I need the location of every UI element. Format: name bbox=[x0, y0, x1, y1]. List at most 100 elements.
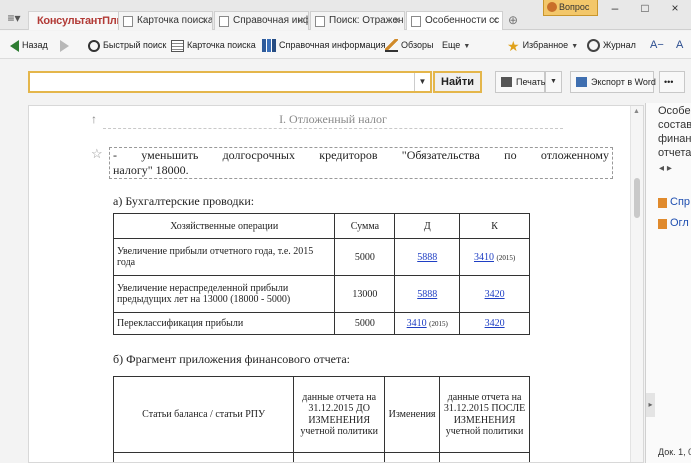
reviews-button[interactable]: Обзоры bbox=[385, 36, 433, 54]
account-link[interactable]: 5888 bbox=[417, 289, 437, 300]
reference-icon bbox=[658, 198, 667, 208]
debit-cell: 5888 bbox=[394, 275, 461, 313]
main-toolbar: Назад Быстрый поиск Карточка поиска Спра… bbox=[0, 31, 691, 59]
search-history-dropdown[interactable]: ▼ bbox=[414, 73, 430, 91]
sum-cell: 5000 bbox=[334, 238, 396, 276]
document-info-panel: Особе состав финан отчета ◂ ▸ Спр Огл ▸ … bbox=[645, 103, 691, 463]
heading-accounting-entries: а) Бухгалтерские проводки: bbox=[113, 194, 255, 208]
table-row: Увеличение прибыли отчетного года, т.е. … bbox=[112, 238, 530, 276]
paragraph-line: - уменьшить долгосрочных кредиторов "Обя… bbox=[113, 148, 609, 162]
tab-label: Особенности сс bbox=[425, 15, 500, 26]
table-header-row: Хозяйственные операции Сумма Д К bbox=[112, 213, 530, 239]
vertical-scrollbar[interactable]: ▲ bbox=[630, 106, 643, 462]
table-row bbox=[112, 452, 530, 462]
more-actions-button[interactable]: ••• bbox=[659, 71, 685, 93]
more-menu-button[interactable]: Еще ▼ bbox=[442, 36, 470, 54]
credit-cell: 3420 bbox=[459, 312, 530, 335]
column-header: Статьи баланса / статьи РПУ bbox=[112, 376, 295, 453]
table-cell bbox=[439, 452, 530, 462]
reference-info-button[interactable]: Справочная информация bbox=[262, 36, 386, 54]
title-line: состав bbox=[658, 119, 691, 131]
column-header: Д bbox=[394, 213, 461, 239]
arrow-up-icon[interactable]: ↑ bbox=[91, 112, 97, 126]
chevron-down-icon: ▼ bbox=[571, 43, 579, 50]
search-card-label: Карточка поиска bbox=[187, 40, 256, 50]
tab-bar: ≡▾ КонсультантПлюс Карточка поиска × Спр… bbox=[0, 0, 691, 30]
table-row: Переклассификация прибыли 5000 3410 (201… bbox=[112, 312, 530, 335]
table-header-row: Статьи баланса / статьи РПУ данные отчет… bbox=[112, 376, 530, 453]
tab-search-card[interactable]: Карточка поиска × bbox=[118, 11, 213, 30]
tab-search-results[interactable]: Поиск: Отражен × bbox=[310, 11, 405, 30]
table-cell bbox=[293, 452, 386, 462]
journal-button[interactable]: Журнал bbox=[587, 36, 636, 54]
reference-link[interactable]: Спр bbox=[658, 196, 690, 208]
main-menu-icon[interactable]: ≡▾ bbox=[2, 9, 26, 27]
column-header: К bbox=[459, 213, 530, 239]
column-header: Хозяйственные операции bbox=[112, 213, 336, 239]
account-link[interactable]: 3410 bbox=[474, 252, 494, 263]
maximize-icon[interactable]: □ bbox=[630, 0, 660, 18]
title-line: финан bbox=[658, 133, 691, 145]
account-link[interactable]: 3410 bbox=[407, 318, 427, 329]
close-icon[interactable]: × bbox=[202, 12, 208, 30]
table-cell bbox=[384, 452, 441, 462]
close-window-icon[interactable]: × bbox=[660, 0, 690, 18]
year-note: (2015) bbox=[429, 320, 448, 328]
document-viewer: ↑ I. Отложенный налог ☆ - уменьшить долг… bbox=[28, 105, 644, 463]
print-button[interactable]: Печать bbox=[495, 71, 545, 93]
minimize-icon[interactable]: – bbox=[600, 0, 630, 18]
search-card-icon bbox=[171, 39, 184, 52]
operation-cell: Увеличение прибыли отчетного года, т.е. … bbox=[112, 238, 336, 276]
bookmark-star-icon[interactable]: ☆ bbox=[91, 146, 103, 162]
font-size-button[interactable]: A− bbox=[650, 36, 664, 54]
new-tab-icon[interactable]: ⊕ bbox=[504, 12, 522, 29]
table-cell bbox=[112, 452, 295, 462]
font-size-label: A− bbox=[650, 39, 664, 51]
scrollbar-thumb[interactable] bbox=[634, 178, 640, 218]
account-link[interactable]: 3420 bbox=[485, 318, 505, 329]
close-icon[interactable]: × bbox=[394, 12, 400, 30]
back-button[interactable]: Назад bbox=[10, 36, 48, 54]
tab-reference[interactable]: Справочная инф × bbox=[214, 11, 309, 30]
more-label: Еще bbox=[442, 40, 461, 50]
export-word-button[interactable]: Экспорт в Word bbox=[570, 71, 656, 93]
favorites-button[interactable]: ★ Избранное ▼ bbox=[507, 36, 578, 54]
account-link[interactable]: 5888 bbox=[417, 252, 437, 263]
ask-question-label: Вопрос bbox=[559, 2, 590, 12]
document-icon bbox=[219, 16, 229, 27]
reference-label: Справочная информация bbox=[279, 40, 386, 50]
quick-search-label: Быстрый поиск bbox=[103, 40, 167, 50]
find-button[interactable]: Найти bbox=[433, 71, 482, 93]
books-icon bbox=[262, 39, 276, 53]
close-icon[interactable]: × bbox=[492, 12, 498, 30]
search-input[interactable] bbox=[28, 71, 432, 93]
panel-navigation: ◂ ▸ bbox=[659, 163, 672, 174]
print-label: Печать bbox=[516, 77, 546, 87]
search-card-button[interactable]: Карточка поиска bbox=[171, 36, 256, 54]
favorites-label: Избранное bbox=[522, 40, 569, 50]
contents-icon bbox=[658, 219, 667, 229]
search-card-icon bbox=[123, 16, 133, 27]
ask-question-button[interactable]: Вопрос bbox=[543, 0, 598, 16]
nav-next-icon[interactable]: ▸ bbox=[667, 163, 672, 174]
tab-document[interactable]: Особенности сс × bbox=[406, 11, 503, 30]
sum-cell: 13000 bbox=[334, 275, 396, 313]
nav-prev-icon[interactable]: ◂ bbox=[659, 163, 664, 174]
star-icon: ★ bbox=[507, 37, 520, 54]
search-icon bbox=[88, 39, 100, 52]
font-size-increase-button[interactable]: A bbox=[676, 36, 683, 54]
close-icon[interactable]: × bbox=[298, 12, 304, 30]
account-link[interactable]: 3420 bbox=[485, 289, 505, 300]
accounting-entries-table: Хозяйственные операции Сумма Д К Увеличе… bbox=[112, 213, 530, 335]
quick-search-button[interactable]: Быстрый поиск bbox=[88, 36, 166, 54]
credit-cell: 3420 bbox=[459, 275, 530, 313]
column-header: данные отчета на 31.12.2015 ДО ИЗМЕНЕНИЯ… bbox=[293, 376, 386, 453]
export-label: Экспорт в Word bbox=[591, 77, 656, 87]
print-options-dropdown[interactable]: ▼ bbox=[545, 71, 562, 93]
collapse-panel-icon[interactable]: ▸ bbox=[646, 393, 655, 417]
scroll-up-icon[interactable]: ▲ bbox=[633, 108, 640, 115]
forward-button[interactable] bbox=[60, 36, 72, 54]
table-row: Увеличение нераспределенной прибыли пред… bbox=[112, 275, 530, 313]
contents-link[interactable]: Огл bbox=[658, 217, 689, 229]
title-line: Особе bbox=[658, 105, 691, 117]
